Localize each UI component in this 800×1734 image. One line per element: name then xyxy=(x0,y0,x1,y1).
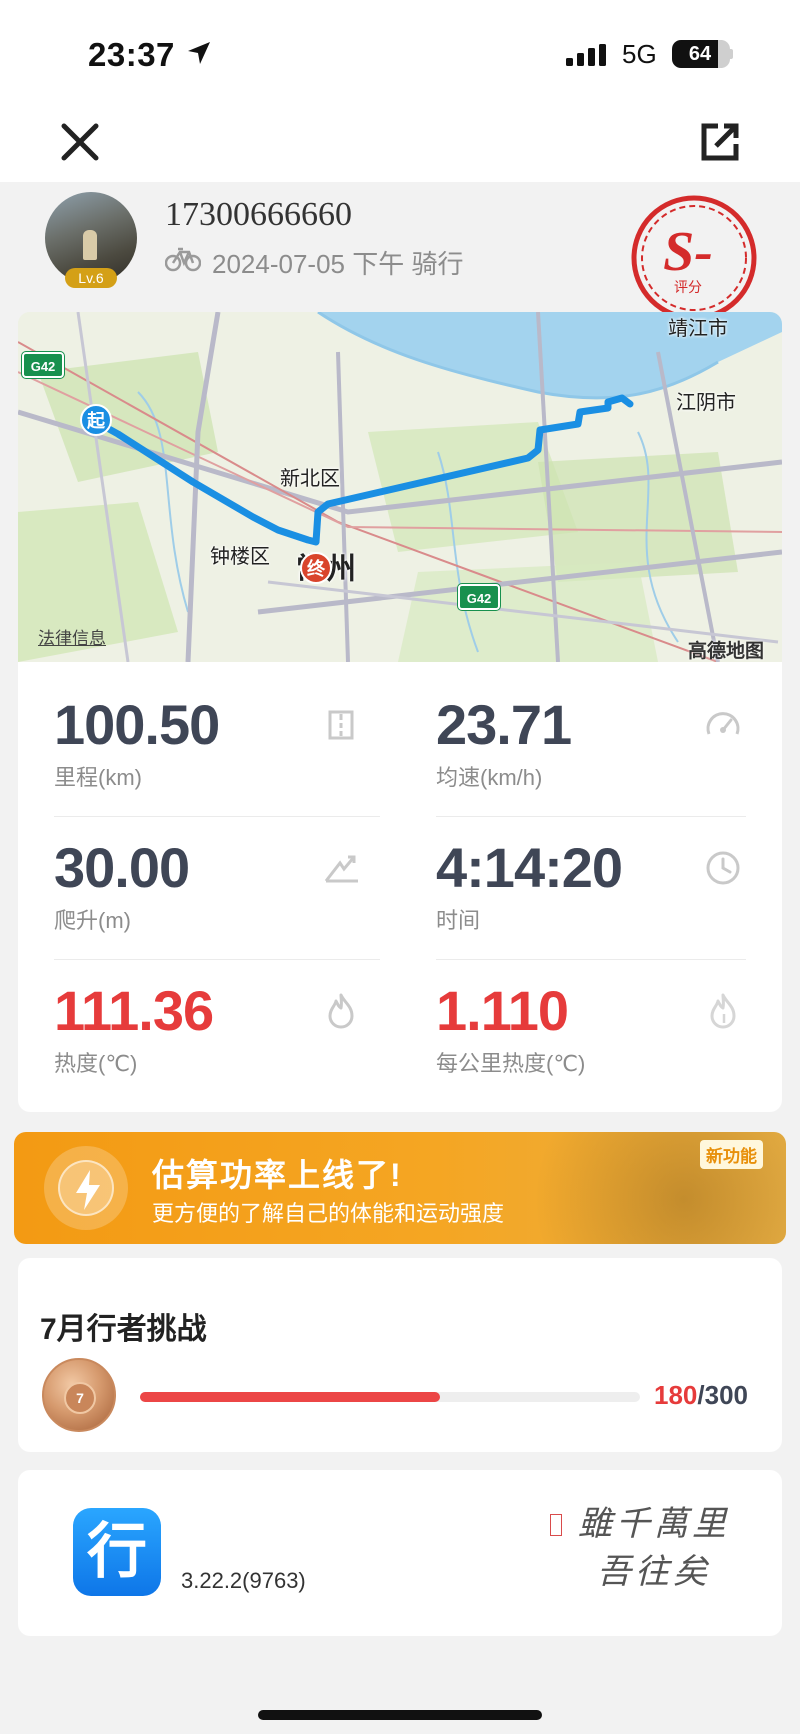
bolt-badge xyxy=(44,1146,128,1230)
stat-label: 里程(km) xyxy=(54,765,142,790)
stat-value: 1.110 xyxy=(436,979,569,1042)
map-brand-logo: 高德地图 xyxy=(688,641,765,662)
user-id: 17300666660 xyxy=(165,196,352,233)
battery-indicator: 64 xyxy=(672,40,730,68)
road-icon xyxy=(328,710,354,740)
map-legal-link[interactable]: 法律信息 xyxy=(38,624,106,649)
stat-label: 热度(℃) xyxy=(54,1051,138,1076)
stat-label: 均速(km/h) xyxy=(436,765,543,790)
score-stamp: S- 评分 xyxy=(631,195,757,321)
stat-avg-speed: 23.71 均速(km/h) xyxy=(436,662,746,802)
progress-current: 180 xyxy=(654,1380,698,1410)
location-arrow-icon xyxy=(188,42,210,64)
close-icon[interactable] xyxy=(56,118,104,166)
stat-distance: 100.50 里程(km) xyxy=(54,662,364,802)
battery-level: 64 xyxy=(688,42,712,65)
stamp-grade: S- xyxy=(663,221,713,283)
medal-number: 7 xyxy=(64,1382,96,1414)
banner-title: 估算功率上线了! xyxy=(152,1157,403,1193)
challenge-progress-fill xyxy=(140,1392,440,1402)
climb-icon xyxy=(324,855,358,883)
status-bar: 23:37 5G 64 xyxy=(0,0,800,100)
calligraphy-motto: 雖千萬里 吾往矣 xyxy=(578,1504,730,1592)
map-label-jingjiang: 靖江市 xyxy=(668,318,728,340)
start-pin: 起 xyxy=(80,404,112,436)
challenge-progress-bar xyxy=(140,1392,640,1402)
map-label-xinbei: 新北区 xyxy=(280,468,340,490)
stamp-label: 评分 xyxy=(674,280,702,296)
end-pin: 终 xyxy=(300,552,332,584)
highway-shield: G42 xyxy=(458,584,500,610)
stat-label: 每公里热度(℃) xyxy=(436,1051,586,1076)
map-label-jiangyin: 江阴市 xyxy=(676,392,736,414)
stat-heat-per-km: 1.110 每公里热度(℃) xyxy=(436,948,746,1088)
challenge-medal-icon: 7 xyxy=(42,1358,116,1432)
map-label-zhonglou: 钟楼区 xyxy=(210,546,270,568)
power-estimate-banner[interactable]: 估算功率上线了! 更方便的了解自己的体能和运动强度 新功能 xyxy=(14,1132,786,1244)
nav-bar xyxy=(0,100,800,182)
app-version: 3.22.2(9763) xyxy=(181,1568,306,1593)
flame-km-icon xyxy=(710,993,736,1029)
stat-value: 111.36 xyxy=(54,979,214,1042)
share-icon[interactable] xyxy=(696,118,744,166)
stat-climb: 30.00 爬升(m) xyxy=(54,805,364,945)
new-feature-tag: 新功能 xyxy=(700,1140,763,1169)
stat-value: 100.50 xyxy=(54,693,220,756)
app-logo-icon: 行 xyxy=(73,1508,161,1596)
challenge-progress-text: 180/300 xyxy=(654,1380,748,1411)
lightning-icon xyxy=(76,1170,100,1210)
app-footer-card: 行 3.22.2(9763) 雖千萬里 吾往矣 xyxy=(18,1470,782,1636)
progress-total: /300 xyxy=(697,1380,748,1410)
flame-icon xyxy=(328,993,354,1029)
bicycle-icon xyxy=(165,247,201,272)
speedometer-icon xyxy=(706,712,740,735)
route-map[interactable]: G42 G42 靖江市 江阴市 新北区 钟楼区 常州 起 终 法律信息 高德地图 xyxy=(18,312,782,662)
map-canvas xyxy=(18,312,782,662)
home-indicator[interactable] xyxy=(258,1710,542,1720)
stat-label: 爬升(m) xyxy=(54,908,131,933)
stat-value: 4:14:20 xyxy=(436,836,623,899)
stat-value: 23.71 xyxy=(436,693,572,756)
stat-value: 30.00 xyxy=(54,836,190,899)
clock-icon xyxy=(706,851,740,885)
stat-heat: 111.36 热度(℃) xyxy=(54,948,364,1088)
banner-subtitle: 更方便的了解自己的体能和运动强度 xyxy=(152,1201,505,1226)
monthly-challenge-card[interactable]: 7月行者挑战 7 180/300 xyxy=(18,1258,782,1452)
profile-header: Lv.6 17300666660 2024-07-05 下午 骑行 S- 评分 xyxy=(0,182,800,321)
challenge-title: 7月行者挑战 xyxy=(40,1313,207,1346)
cellular-signal-icon xyxy=(566,44,606,66)
battery-cap xyxy=(729,49,733,59)
highway-shield: G42 xyxy=(22,352,64,378)
ride-stats-panel: 100.50 里程(km) 23.71 均速(km/h) 30.00 爬升(m)… xyxy=(18,662,782,1112)
stat-label: 时间 xyxy=(436,908,481,933)
network-type: 5G xyxy=(622,39,657,69)
stat-duration: 4:14:20 时间 xyxy=(436,805,746,945)
level-badge: Lv.6 xyxy=(65,268,117,288)
ride-date-type: 2024-07-05 下午 骑行 xyxy=(212,249,464,279)
status-time: 23:37 xyxy=(88,36,175,73)
